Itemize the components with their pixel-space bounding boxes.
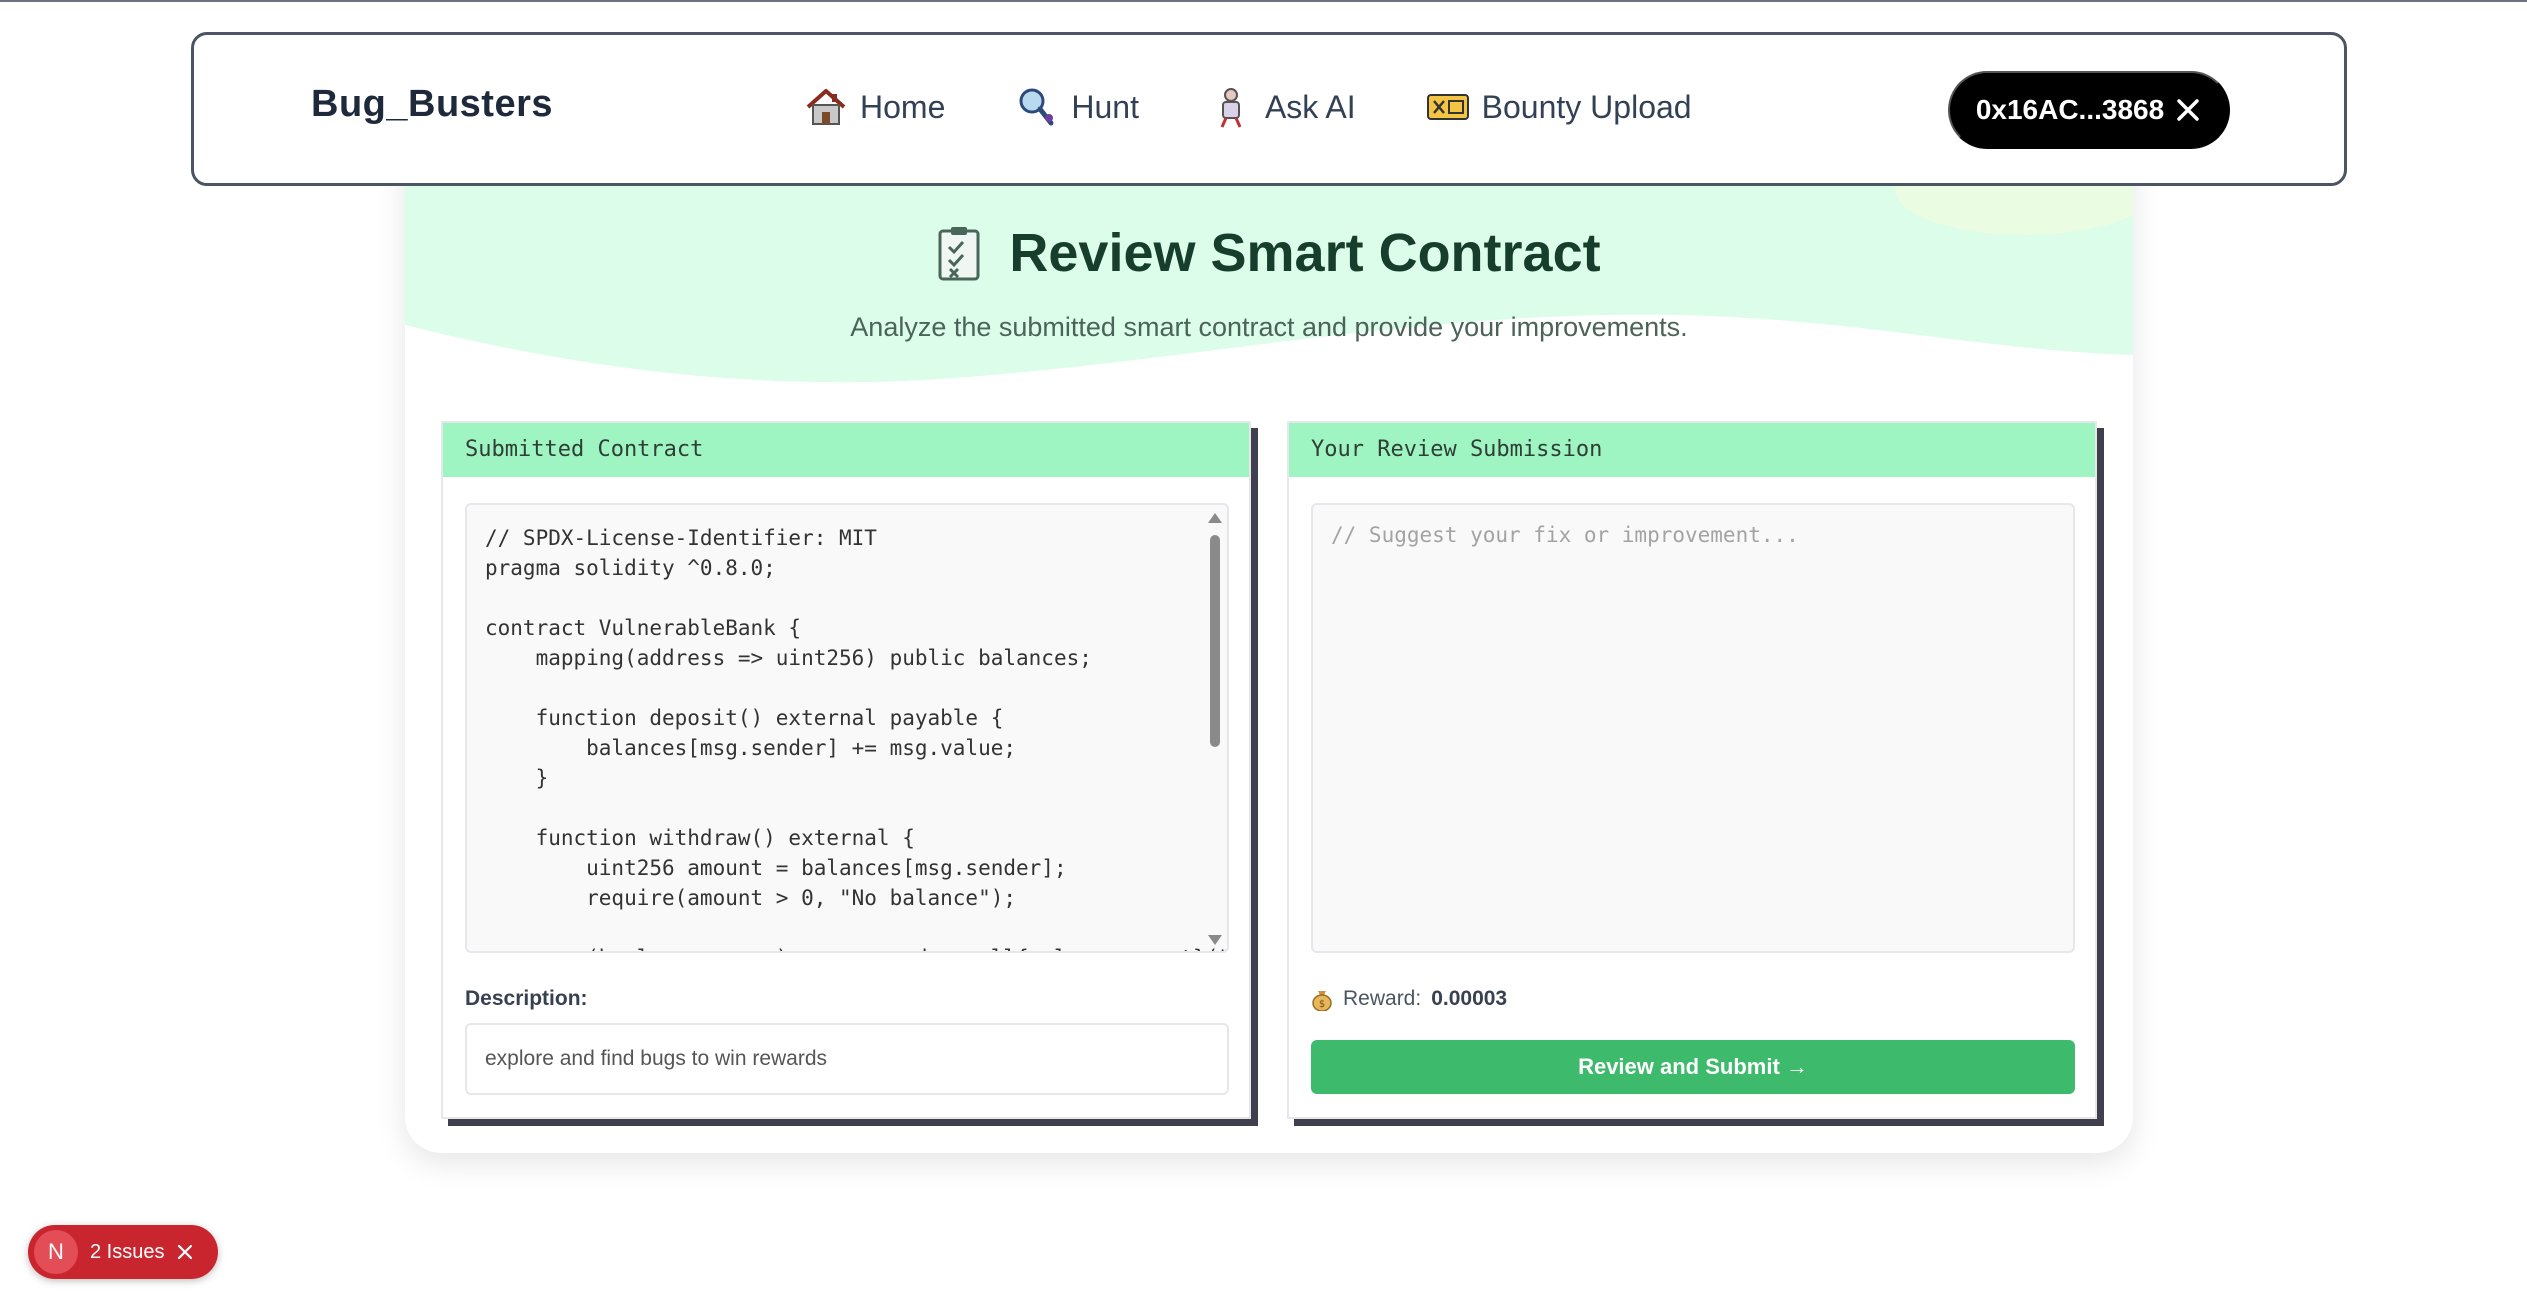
page-title-text: Review Smart Contract — [1009, 223, 1601, 283]
brand-logo[interactable]: Bug_Busters — [311, 83, 553, 126]
close-icon[interactable] — [176, 1243, 194, 1261]
svg-text:$: $ — [1319, 999, 1325, 1010]
reward-info: $ Reward: 0.00003 — [1311, 987, 1507, 1011]
navbar: Bug_Busters Home Hunt Ask AI Bounty Uplo… — [191, 32, 2347, 186]
nav-home[interactable]: Home — [804, 85, 945, 129]
issues-count: 2 Issues — [90, 1240, 165, 1263]
review-textarea[interactable] — [1311, 503, 2075, 953]
nav-links: Home Hunt Ask AI Bounty Upload — [804, 85, 1692, 129]
scroll-down-arrow-icon[interactable] — [1208, 935, 1222, 945]
top-border — [0, 0, 2527, 2]
nav-home-label: Home — [860, 88, 946, 125]
code-scrollbar[interactable] — [1207, 509, 1223, 949]
clipboard-icon — [938, 227, 980, 281]
review-submission-panel: Your Review Submission $ Reward: 0.00003… — [1287, 421, 2097, 1119]
review-card: Review Smart Contract Analyze the submit… — [405, 150, 2133, 1153]
framework-logo-icon: N — [34, 1230, 78, 1274]
page-subtitle: Analyze the submitted smart contract and… — [850, 312, 1688, 342]
robot-icon — [1220, 88, 1242, 128]
nav-bounty-upload-label: Bounty Upload — [1481, 88, 1692, 125]
contract-code-viewer[interactable]: // SPDX-License-Identifier: MIT pragma s… — [465, 503, 1229, 953]
nav-hunt-label: Hunt — [1071, 88, 1139, 125]
scroll-thumb[interactable] — [1210, 535, 1220, 747]
description-value: explore and find bugs to win rewards — [465, 1023, 1229, 1095]
house-icon — [806, 89, 846, 125]
money-bag-icon: $ — [1312, 991, 1332, 1011]
submitted-contract-panel: Submitted Contract // SPDX-License-Ident… — [441, 421, 1251, 1119]
contract-code: // SPDX-License-Identifier: MIT pragma s… — [485, 526, 1227, 951]
reward-value: 0.00003 — [1431, 987, 1508, 1010]
review-submission-header: Your Review Submission — [1289, 423, 2095, 477]
magnifier-icon — [1019, 88, 1054, 126]
nav-hunt[interactable]: Hunt — [1015, 85, 1139, 129]
nav-bounty-upload[interactable]: Bounty Upload — [1426, 85, 1692, 129]
issues-badge[interactable]: N 2 Issues — [28, 1225, 218, 1279]
review-submit-button[interactable]: Review and Submit → — [1311, 1040, 2075, 1094]
ticket-icon — [1426, 94, 1469, 120]
submitted-contract-header: Submitted Contract — [443, 423, 1249, 477]
nav-ask-ai[interactable]: Ask AI — [1209, 85, 1356, 129]
wallet-address: 0x16AC...3868 — [1975, 94, 2165, 125]
nav-ask-ai-label: Ask AI — [1264, 88, 1356, 125]
page-title: Review Smart Contract — [405, 222, 2133, 284]
close-icon — [2177, 99, 2199, 121]
wallet-button[interactable]: 0x16AC...3868 — [1948, 71, 2230, 149]
scroll-up-arrow-icon[interactable] — [1208, 513, 1222, 523]
reward-label: Reward: — [1343, 987, 1422, 1010]
description-label: Description: — [465, 987, 588, 1010]
